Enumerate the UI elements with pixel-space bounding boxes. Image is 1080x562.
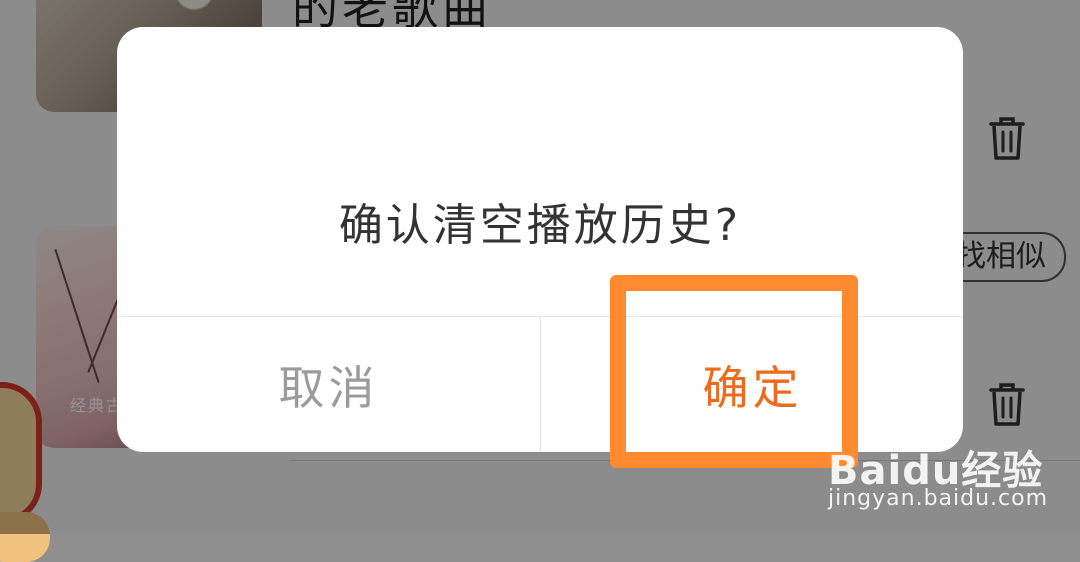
baidu-watermark: Baidu经验 jingyan.baidu.com <box>828 414 1068 518</box>
confirm-highlight-box <box>610 275 858 468</box>
watermark-url: jingyan.baidu.com <box>828 486 1049 511</box>
dialog-message: 确认清空播放历史? <box>338 200 742 251</box>
cancel-button[interactable]: 取消 <box>117 317 540 452</box>
